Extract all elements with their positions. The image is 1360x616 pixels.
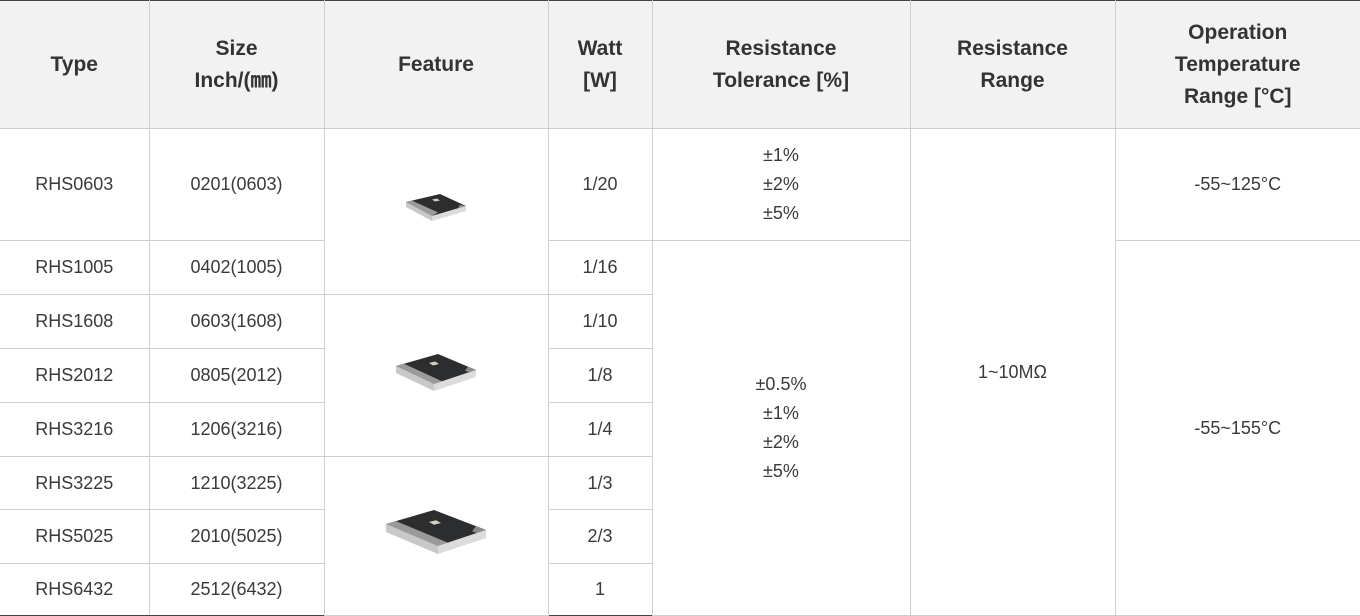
header-size-line-1: Size [215,36,258,60]
size-cell: 1206(3216) [148,402,325,457]
type-cell: RHS1608 [0,294,150,349]
header-feature-line: Feature [398,52,474,76]
header-watt-line-2: [W] [583,68,617,92]
temperature-cell-group-2: -55~155°C [1114,240,1360,616]
size-cell: 1210(3225) [148,456,325,510]
header-tolerance-line-2: Tolerance [%] [712,68,850,92]
tolerance-value: ±1% [763,145,799,165]
type-cell: RHS0603 [0,128,150,241]
small-chip-resistor-image [406,193,466,221]
table-row: RHS1005 0402(1005) 1/16 ±0.5% ±1% ±2% ±5… [0,240,1360,616]
feature-cell-small [323,128,549,295]
tolerance-value: ±2% [763,174,799,194]
size-cell: 2512(6432) [148,563,325,616]
medium-chip-resistor-image [396,353,476,391]
header-temperature-line-1: Operation [1188,20,1288,44]
header-range-line-2: Range [980,68,1045,92]
header-tolerance-line-1: Resistance [725,36,837,60]
size-cell: 0402(1005) [148,240,325,295]
type-cell: RHS1005 [0,240,150,295]
header-size-line-2: Inch/(㎜) [194,68,279,92]
watt-cell: 1/10 [547,294,652,349]
header-type: Type [0,0,150,129]
feature-cell-medium [323,294,549,457]
feature-cell-large [323,456,549,616]
size-cell: 2010(5025) [148,509,325,564]
header-watt: Watt [W] [547,0,653,129]
header-row: Type Size Inch/(㎜) Feature Watt [W] Resi… [0,0,1360,129]
type-cell: RHS5025 [0,509,150,564]
large-chip-resistor-image [386,510,486,554]
size-cell: 0201(0603) [148,128,325,241]
watt-cell: 1/16 [547,240,653,295]
size-cell: 0805(2012) [148,348,325,403]
header-range: Resistance Range [909,0,1116,129]
tolerance-value: ±1% [763,403,799,423]
header-tolerance: Resistance Tolerance [%] [651,0,911,129]
header-temperature: Operation Temperature Range [°C] [1114,0,1360,129]
tolerance-value: ±5% [763,461,799,481]
header-feature: Feature [323,0,549,129]
table-row: RHS0603 0201(0603) 1/20 ±1% ±2% ±5% 1~10… [0,128,1360,616]
type-cell: RHS6432 [0,563,150,616]
header-size: Size Inch/(㎜) [148,0,325,129]
size-cell: 0603(1608) [148,294,325,349]
temperature-cell-group-1: -55~125°C [1114,128,1360,241]
watt-cell: 1/4 [547,402,652,457]
header-temperature-line-2: Temperature [1174,52,1301,76]
type-cell: RHS3216 [0,402,150,457]
tolerance-cell-group-1: ±1% ±2% ±5% [651,128,911,241]
watt-cell: 2/3 [547,509,652,564]
header-type-line: Type [50,52,98,76]
tolerance-value: ±0.5% [755,374,807,394]
resistance-range-cell: 1~10MΩ [909,128,1116,616]
tolerance-cell-group-2: ±0.5% ±1% ±2% ±5% [651,240,911,616]
header-temperature-line-3: Range [°C] [1183,84,1292,108]
watt-cell: 1/20 [547,128,653,241]
tolerance-value: ±5% [763,203,799,223]
type-cell: RHS3225 [0,456,150,510]
watt-cell: 1/8 [547,348,652,403]
watt-cell: 1 [547,563,652,616]
header-watt-line-1: Watt [577,36,623,60]
tolerance-value: ±2% [763,432,799,452]
resistor-spec-table: Type Size Inch/(㎜) Feature Watt [W] Resi… [0,0,1360,616]
watt-cell: 1/3 [547,456,652,510]
header-range-line-1: Resistance [957,36,1068,60]
type-cell: RHS2012 [0,348,150,403]
